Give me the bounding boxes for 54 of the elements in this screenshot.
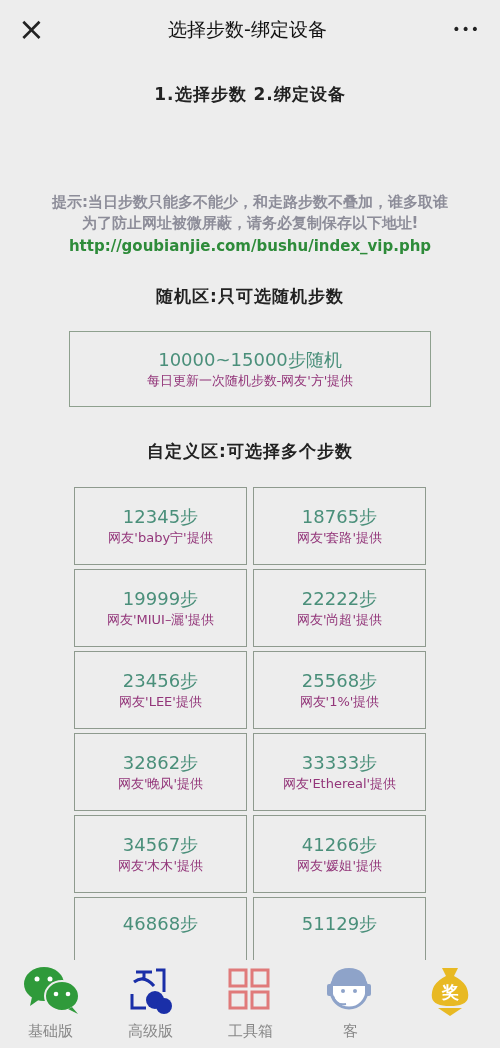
step-count: 18765步 <box>301 504 378 529</box>
chat-bubbles-icon <box>22 964 78 1016</box>
step-count: 25568步 <box>301 668 378 693</box>
tab-item[interactable]: 高级版 <box>105 964 195 1043</box>
step-count: 10000~15000步随机 <box>158 348 342 372</box>
more-button[interactable]: ••• <box>446 17 486 41</box>
step-count: 19999步 <box>122 586 199 611</box>
tab-item[interactable]: 基础版 <box>5 964 95 1043</box>
step-count: 34567步 <box>122 832 199 857</box>
step-count: 22222步 <box>301 586 378 611</box>
step-count: 51129步 <box>301 911 378 936</box>
credit-text: 每日更新一次随机步数-网友'方'提供 <box>146 372 354 390</box>
tab-item[interactable]: 工具箱 <box>205 964 295 1043</box>
credit-text: 网友'晚风'提供 <box>117 774 204 793</box>
credit-text: 网友'媛姐'提供 <box>296 856 383 875</box>
tab-label: 高级版 <box>127 1021 173 1042</box>
step-option[interactable]: 32862步 网友'晚风'提供 <box>74 732 247 811</box>
step-option[interactable]: 25568步 网友'1%'提供 <box>253 650 426 729</box>
tab-label: 客 <box>342 1021 358 1042</box>
credit-text: 网友'套路'提供 <box>296 528 383 547</box>
step-option[interactable]: 41266步 网友'媛姐'提供 <box>253 814 426 893</box>
tab-label: 基础版 <box>27 1021 73 1042</box>
url-link[interactable]: http://goubianjie.com/bushu/index_vip.php <box>68 236 432 255</box>
credit-text: 网友'Ethereal'提供 <box>282 774 397 793</box>
tab-item[interactable]: 客 <box>305 964 395 1043</box>
notice-text: 提示:当日步数只能多不能少，和走路步数不叠加，谁多取谁 <box>51 191 449 213</box>
credit-text: 网友'木木'提供 <box>117 856 204 875</box>
close-button[interactable]: × <box>14 13 49 45</box>
credit-text: 网友'baby宁'提供 <box>108 528 213 547</box>
notice-text: 为了防止网址被微屏蔽，请务必复制保存以下地址! <box>80 212 420 234</box>
credit-text: 网友'LEE'提供 <box>119 692 202 711</box>
step-option[interactable]: 33333步 网友'Ethereal'提供 <box>253 732 426 811</box>
step-count: 41266步 <box>301 832 378 857</box>
section-heading: 随机区:只可选随机步数 <box>155 284 345 308</box>
credit-text: 网友'MIUI–灑'提供 <box>106 610 214 629</box>
random-steps-option[interactable]: 10000~15000步随机 每日更新一次随机步数-网友'方'提供 <box>69 331 431 407</box>
credit-text: 网友'尚超'提供 <box>296 610 383 629</box>
step-count: 32862步 <box>122 750 199 775</box>
step-option[interactable]: 46868步 <box>74 896 247 960</box>
steps-heading: 1.选择步数 2.绑定设备 <box>153 83 347 106</box>
step-count: 12345步 <box>122 504 199 529</box>
step-count: 23456步 <box>122 668 199 693</box>
tab-label: 工具箱 <box>227 1021 273 1042</box>
step-option[interactable]: 22222步 网友'尚超'提供 <box>253 568 426 647</box>
step-count: 33333步 <box>301 750 378 775</box>
step-option[interactable]: 19999步 网友'MIUI–灑'提供 <box>74 568 247 647</box>
page-title: 选择步数-绑定设备 <box>168 16 327 42</box>
step-count: 46868步 <box>122 911 199 936</box>
credit-text: 网友'1%'提供 <box>299 692 380 711</box>
step-option[interactable]: 23456步 网友'LEE'提供 <box>74 650 247 729</box>
section-heading: 自定义区:可选择多个步数 <box>146 440 354 463</box>
step-option[interactable]: 18765步 网友'套路'提供 <box>253 486 426 565</box>
step-option[interactable]: 12345步 网友'baby宁'提供 <box>74 486 247 565</box>
step-option[interactable]: 34567步 网友'木木'提供 <box>74 814 247 893</box>
